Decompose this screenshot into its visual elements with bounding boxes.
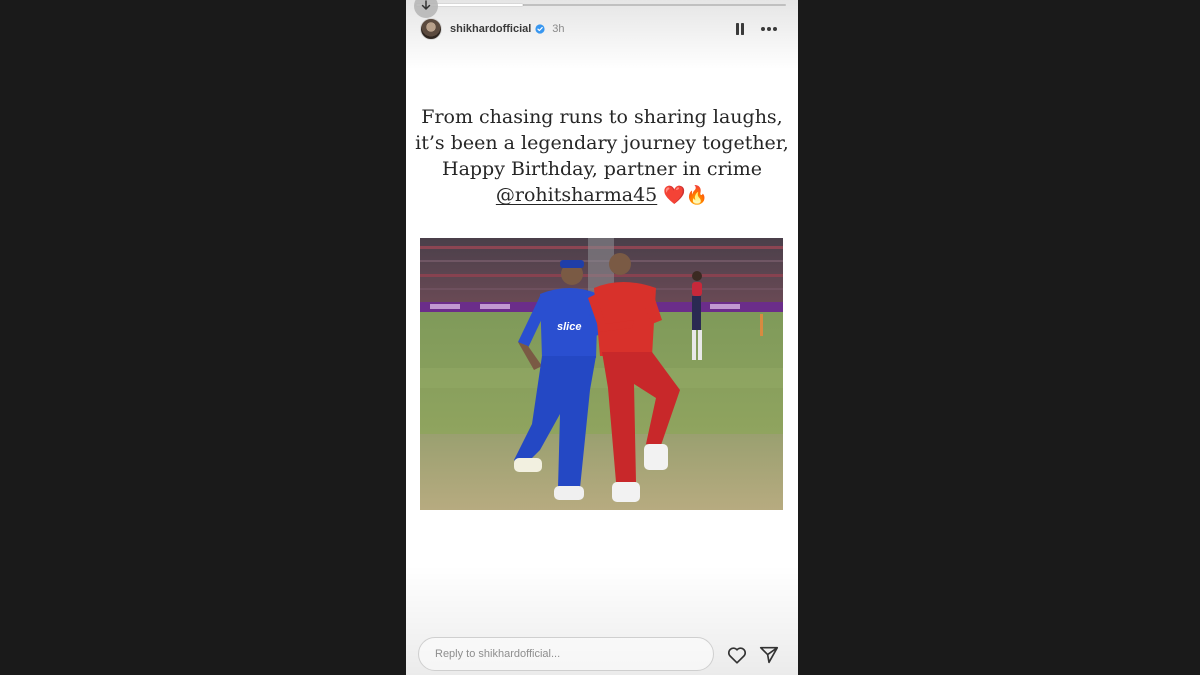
reply-bar[interactable]	[418, 637, 714, 671]
story-header: shikhardofficial 3h	[420, 16, 565, 42]
like-button[interactable]	[726, 644, 748, 666]
story-caption: From chasing runs to sharing laughs, it’…	[406, 104, 798, 209]
pause-button[interactable]	[732, 21, 748, 37]
caption-line-2: it’s been a legendary journey together,	[415, 132, 789, 154]
more-icon	[761, 27, 777, 31]
caption-line-1: From chasing runs to sharing laughs,	[421, 106, 783, 128]
reply-input[interactable]	[435, 638, 695, 670]
download-icon	[421, 0, 431, 10]
pause-icon	[736, 23, 744, 35]
jersey-text: slice	[557, 321, 581, 333]
post-time: 3h	[552, 23, 565, 35]
fire-emoji: 🔥	[685, 185, 709, 206]
heart-icon	[727, 647, 747, 664]
verified-badge-icon	[535, 24, 545, 34]
story-progress-bar	[416, 4, 786, 6]
cricket-photo-illustration: slice	[420, 238, 783, 510]
story-photo: slice	[420, 238, 783, 510]
avatar[interactable]	[420, 18, 442, 40]
send-icon	[759, 646, 779, 664]
username-link[interactable]: shikhardofficial	[450, 23, 531, 35]
more-options-button[interactable]	[758, 21, 780, 37]
story-card[interactable]: shikhardofficial 3h From chasing runs to…	[406, 0, 798, 675]
heart-emoji: ❤️	[663, 185, 686, 206]
share-button[interactable]	[758, 644, 780, 666]
caption-line-4: @rohitsharma45 ❤️🔥	[406, 182, 798, 209]
caption-line-3: Happy Birthday, partner in crime	[442, 158, 762, 180]
viewer-backdrop: shikhardofficial 3h From chasing runs to…	[0, 0, 1200, 675]
mention-link[interactable]: @rohitsharma45	[496, 184, 657, 206]
